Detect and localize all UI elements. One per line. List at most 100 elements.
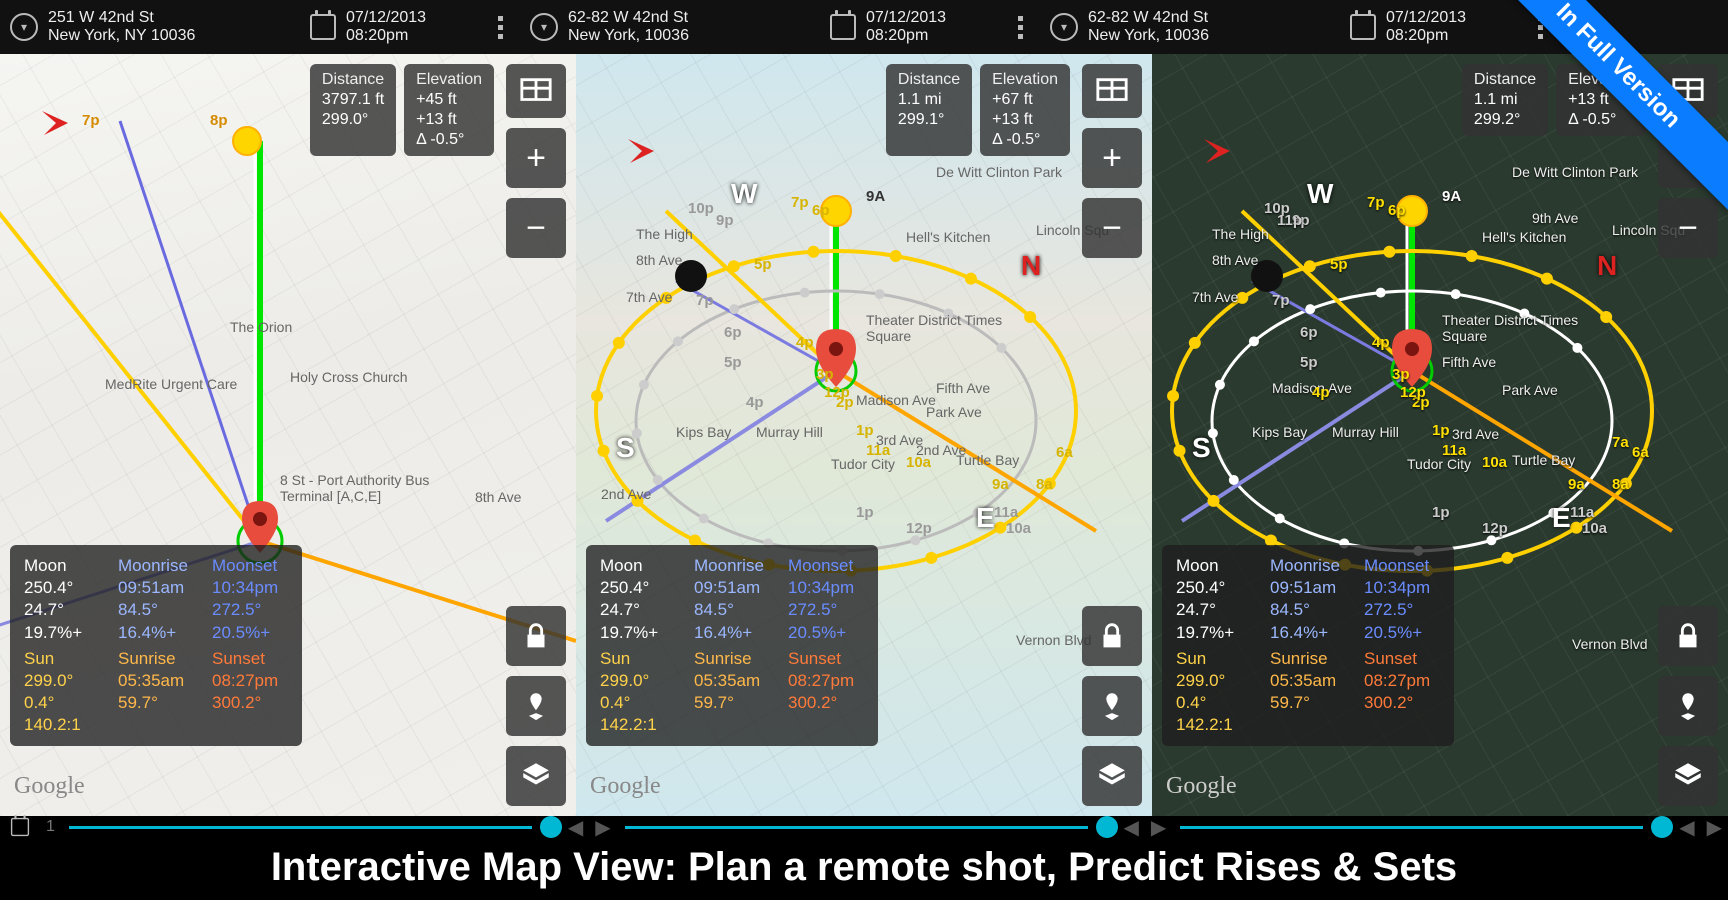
- arc-time-label: 7p: [1272, 292, 1290, 309]
- arc-time-label: 5p: [1330, 256, 1348, 273]
- arc-time-label: 8a: [1612, 476, 1629, 493]
- arc-time-label: 4p: [1312, 384, 1330, 401]
- zoom-in-button[interactable]: +: [1082, 128, 1142, 188]
- map-panel-3[interactable]: De Witt Clinton ParkHell's KitchenLincol…: [1152, 54, 1728, 816]
- lock-button[interactable]: [1658, 606, 1718, 666]
- arc-time-label: 7p: [1367, 194, 1385, 211]
- map-type-button[interactable]: [506, 64, 566, 118]
- location-line1: 62-82 W 42nd St: [1088, 9, 1209, 27]
- overflow-menu[interactable]: [1000, 0, 1040, 54]
- location-selector[interactable]: ▾ 62-82 W 42nd StNew York, 10036: [1040, 0, 1350, 54]
- map-label: 7th Ave: [1192, 289, 1238, 305]
- map-label: Vernon Blvd: [1016, 632, 1092, 648]
- timeline-knob[interactable]: [540, 816, 562, 838]
- timeline-knob[interactable]: [1096, 816, 1118, 838]
- timeline-knob[interactable]: [1651, 816, 1673, 838]
- map-label: Turtle Bay: [1512, 452, 1575, 468]
- dropdown-icon: ▾: [530, 13, 558, 41]
- map-label: 3rd Ave: [1452, 426, 1499, 442]
- arc-time-label: 5p: [754, 256, 772, 273]
- map-label: Turtle Bay: [956, 452, 1019, 468]
- compass-n: N: [1021, 250, 1041, 282]
- lock-button[interactable]: [1082, 606, 1142, 666]
- map-label: 9th Ave: [1532, 210, 1578, 226]
- date: 07/12/2013: [346, 9, 426, 27]
- arc-time-label: 1p: [1432, 422, 1450, 439]
- date: 07/12/2013: [866, 9, 946, 27]
- timeline[interactable]: 1 ◀ ▶ ◀ ▶ ◀ ▶: [0, 816, 1728, 838]
- layers-button[interactable]: [1658, 746, 1718, 806]
- time: 08:20pm: [1386, 27, 1466, 45]
- arc-time-label: 1p: [1432, 504, 1450, 521]
- arc-time-label: 8p: [210, 112, 228, 129]
- compass-n: N: [1597, 250, 1617, 282]
- dropdown-icon: ▾: [10, 13, 38, 41]
- arc-time-label: 7p: [696, 292, 714, 309]
- compass-w: W: [1307, 178, 1333, 210]
- zoom-out-button[interactable]: −: [506, 198, 566, 258]
- arc-time-label: 9a: [1568, 476, 1585, 493]
- arc-time-label: 6p: [724, 324, 742, 341]
- compass-w: W: [731, 178, 757, 210]
- calendar-icon: [830, 14, 856, 40]
- arc-time-label: 11a: [1570, 504, 1594, 521]
- map-panel-2[interactable]: De Witt Clinton ParkHell's KitchenLincol…: [576, 54, 1152, 816]
- overflow-icon: [498, 16, 503, 39]
- timeline-next-icon[interactable]: ▶: [1701, 815, 1728, 840]
- arc-time-label: 12p: [1482, 520, 1508, 537]
- map-label: Hell's Kitchen: [1482, 229, 1566, 245]
- arc-time-label: 3p: [816, 366, 834, 383]
- map-label: Holy Cross Church: [290, 369, 407, 385]
- calendar-icon: [310, 14, 336, 40]
- distance-box: Distance 3797.1 ft 299.0°: [310, 64, 396, 156]
- timeline-prev-icon[interactable]: ◀: [1118, 815, 1145, 840]
- location-line2: New York, 10036: [1088, 27, 1209, 45]
- map-label: Vernon Blvd: [1572, 636, 1648, 652]
- pin-button[interactable]: [506, 676, 566, 736]
- compass-e: E: [976, 502, 995, 534]
- timeline-calendar-icon[interactable]: [0, 814, 40, 840]
- timeline-next-icon[interactable]: ▶: [1145, 815, 1172, 840]
- map-label: Kips Bay: [676, 424, 731, 440]
- timeline-next-icon[interactable]: ▶: [589, 815, 616, 840]
- caption: Interactive Map View: Plan a remote shot…: [0, 845, 1728, 890]
- map-label: Kips Bay: [1252, 424, 1307, 440]
- date-selector[interactable]: 07/12/201308:20pm: [310, 0, 480, 54]
- map-label: 8th Ave: [475, 489, 521, 505]
- arc-time-label: 11p: [1277, 212, 1302, 229]
- layers-button[interactable]: [1082, 746, 1142, 806]
- location-selector[interactable]: ▾ 251 W 42nd StNew York, NY 10036: [0, 0, 310, 54]
- map-type-button[interactable]: [1082, 64, 1142, 118]
- timeline-prev-icon[interactable]: ◀: [562, 815, 589, 840]
- layers-button[interactable]: [506, 746, 566, 806]
- arc-time-label: 12p: [906, 520, 932, 537]
- map-label: De Witt Clinton Park: [1512, 164, 1638, 180]
- map-label: Murray Hill: [1332, 424, 1399, 440]
- map-label: Theater District Times Square: [1442, 312, 1592, 344]
- calendar-icon: [1350, 14, 1376, 40]
- zoom-in-button[interactable]: +: [506, 128, 566, 188]
- map-label: Madison Ave: [856, 392, 936, 408]
- arc-time-label: 11a: [866, 442, 890, 459]
- timeline-prev-icon[interactable]: ◀: [1673, 815, 1700, 840]
- lock-button[interactable]: [506, 606, 566, 666]
- date-selector[interactable]: 07/12/201308:20pm: [1350, 0, 1520, 54]
- location-selector[interactable]: ▾ 62-82 W 42nd StNew York, 10036: [520, 0, 830, 54]
- map-label: MedRite Urgent Care: [105, 376, 237, 392]
- pin-button[interactable]: [1658, 676, 1718, 736]
- arc-time-label: 6a: [1632, 444, 1649, 461]
- map-panel-1[interactable]: The OrionMedRite Urgent CareHoly Cross C…: [0, 54, 576, 816]
- arc-time-label: 8a: [1036, 476, 1053, 493]
- arc-time-label: 4p: [1372, 334, 1390, 351]
- dropdown-icon: ▾: [1050, 13, 1078, 41]
- zoom-out-button[interactable]: −: [1082, 198, 1142, 258]
- google-attribution: Google: [14, 773, 85, 800]
- arc-time-label: 11a: [994, 504, 1018, 521]
- overflow-menu[interactable]: [480, 0, 520, 54]
- arc-time-label: 10a: [1006, 520, 1031, 537]
- date-selector[interactable]: 07/12/201308:20pm: [830, 0, 1000, 54]
- pin-button[interactable]: [1082, 676, 1142, 736]
- arc-time-label: 7a: [1612, 434, 1629, 451]
- zoom-out-button[interactable]: −: [1658, 198, 1718, 258]
- map-label: 8th Ave: [636, 252, 682, 268]
